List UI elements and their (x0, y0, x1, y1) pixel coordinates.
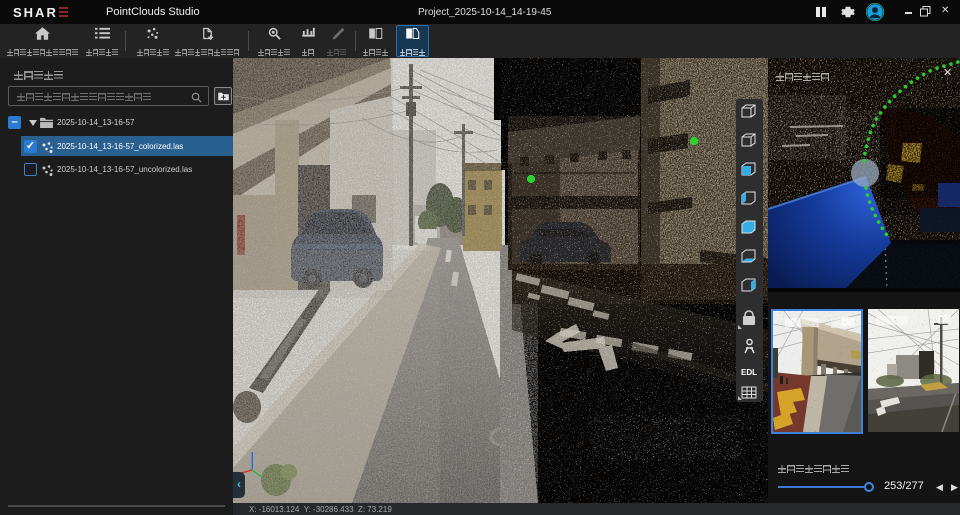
svg-text:EDL: EDL (741, 368, 757, 377)
